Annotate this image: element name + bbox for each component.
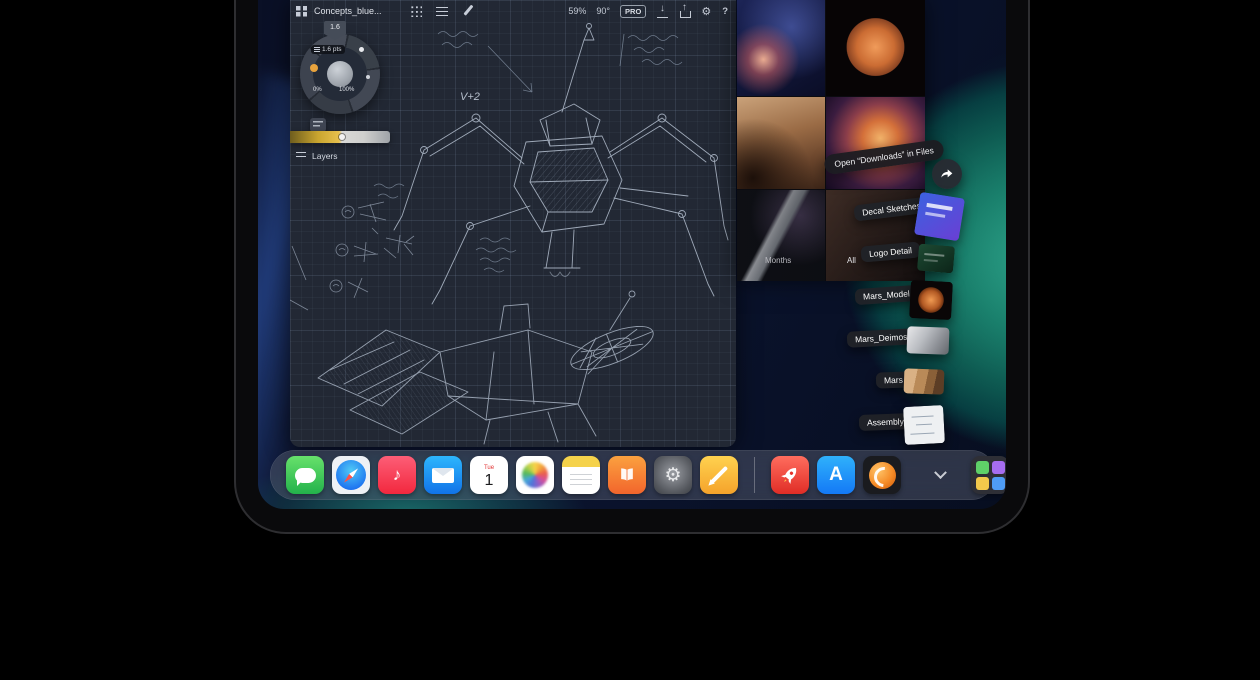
mail-app-icon[interactable]: [424, 456, 462, 494]
dock-divider: [754, 457, 755, 493]
compass-needle-icon: [342, 466, 360, 484]
rocket-icon: [774, 459, 806, 492]
photo-thumbnail-blue-nebula[interactable]: [737, 0, 825, 96]
messages-app-icon[interactable]: [286, 456, 324, 494]
color-dot-orange[interactable]: [310, 64, 318, 72]
music-note-icon: ♪: [393, 465, 402, 485]
layers-menu-icon[interactable]: [296, 152, 306, 160]
note-lines-icon: [570, 474, 592, 487]
envelope-icon: [432, 468, 454, 483]
books-app-icon[interactable]: [608, 456, 646, 494]
tool-wheel-knob[interactable]: [327, 61, 353, 87]
download-icon[interactable]: [657, 5, 668, 18]
safari-app-icon[interactable]: [332, 456, 370, 494]
brush-size-label: 1.6 pts: [311, 45, 345, 54]
photos-app-window: Months All: [737, 0, 925, 281]
color-strip-slider[interactable]: [290, 131, 390, 143]
photo-thumbnail-orange-nebula[interactable]: [826, 97, 925, 189]
thumbnail-sketches: [290, 202, 414, 310]
layers-label: Layers: [312, 151, 338, 161]
tab-all[interactable]: All: [847, 256, 856, 265]
pencil-app-icon[interactable]: [700, 456, 738, 494]
lander-sketch: [318, 291, 658, 444]
opacity-max-label: 100%: [339, 87, 354, 93]
speech-bubble-icon: [295, 468, 316, 483]
photo-thumbnail-mars-planet[interactable]: [826, 0, 925, 96]
calendar-app-icon[interactable]: Tue 1: [470, 456, 508, 494]
calendar-day: 1: [485, 472, 494, 489]
color-dot-small[interactable]: [366, 75, 370, 79]
robot-sketch: [394, 24, 728, 305]
dock-collapse-button[interactable]: [929, 464, 951, 486]
notes-app-icon[interactable]: [562, 456, 600, 494]
orange-sphere-icon: [869, 462, 896, 489]
brush-size-flag[interactable]: 1.6: [324, 21, 346, 40]
ipad-screen: V+2 Concepts_blue... 59% 90° PRO ⚙ ?: [258, 0, 1006, 509]
suggested-app-icon[interactable]: [971, 456, 1006, 494]
settings-gear-icon[interactable]: ⚙: [701, 5, 711, 18]
calendar-weekday: Tue: [484, 465, 494, 472]
stage: V+2 Concepts_blue... 59% 90° PRO ⚙ ?: [0, 0, 1260, 680]
drag-dots-icon[interactable]: [410, 5, 422, 17]
music-app-icon[interactable]: ♪: [378, 456, 416, 494]
concepts-app-window: V+2 Concepts_blue... 59% 90° PRO ⚙ ?: [290, 0, 736, 447]
pro-badge[interactable]: PRO: [620, 5, 646, 18]
app-store-a-icon: A: [829, 464, 843, 486]
sketch-annotation: V+2: [460, 91, 480, 103]
color-strip-knob[interactable]: [339, 134, 345, 140]
settings-app-icon[interactable]: ⚙: [654, 456, 692, 494]
tab-months[interactable]: Months: [765, 256, 791, 265]
photo-thumbnail-mars-surface[interactable]: [737, 97, 825, 189]
opacity-min-label: 0%: [313, 87, 322, 93]
photos-app-icon[interactable]: [516, 456, 554, 494]
brush-tool-wheel[interactable]: 1.6 1.6 pts 0% 100%: [300, 34, 380, 114]
app-store-app-icon[interactable]: A: [817, 456, 855, 494]
concepts-toolbar: Concepts_blue... 59% 90° PRO ⚙ ?: [296, 3, 728, 19]
compass-icon: [336, 460, 366, 490]
help-icon[interactable]: ?: [722, 6, 728, 17]
chevron-down-icon: [934, 466, 947, 479]
pencil-icon: [710, 466, 728, 484]
dock: ♪ Tue 1 ⚙: [270, 450, 996, 500]
colorful-grid-icon: [976, 461, 1005, 490]
orange-sphere-app-icon[interactable]: [863, 456, 901, 494]
rotation-angle[interactable]: 90°: [596, 6, 610, 16]
tool-sub-button[interactable]: [310, 118, 326, 132]
gear-icon: ⚙: [664, 464, 681, 487]
photos-bottom-bar: Months All: [737, 190, 925, 281]
flower-icon: [522, 462, 548, 488]
menu-bars-icon[interactable]: [436, 7, 448, 16]
document-title[interactable]: Concepts_blue...: [314, 6, 382, 16]
color-dot-white[interactable]: [359, 47, 364, 52]
share-icon[interactable]: [679, 5, 690, 18]
mini-bars-icon: [314, 47, 320, 52]
handwritten-notes: [374, 32, 682, 273]
zoom-level[interactable]: 59%: [568, 6, 586, 16]
pen-icon[interactable]: [462, 5, 474, 17]
app-grid-icon[interactable]: [296, 6, 307, 17]
open-book-icon: [617, 465, 637, 485]
layers-panel-header[interactable]: Layers: [296, 151, 338, 161]
rocket-app-icon[interactable]: [771, 456, 809, 494]
